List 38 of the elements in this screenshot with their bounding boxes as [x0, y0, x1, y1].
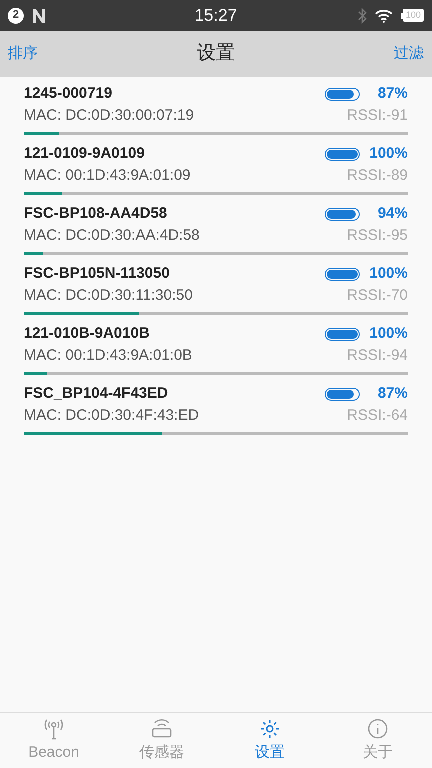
- rssi-value: RSSI:-95: [347, 226, 408, 246]
- battery-percent: 100%: [368, 144, 408, 164]
- bluetooth-icon: [358, 8, 367, 24]
- device-name: FSC-BP105N-113050: [24, 264, 170, 284]
- battery-percent: 87%: [376, 384, 408, 404]
- device-name: FSC_BP104-4F43ED: [24, 384, 168, 404]
- device-name: FSC-BP108-AA4D58: [24, 204, 168, 224]
- mac-address: MAC: DC:0D:30:4F:43:ED: [24, 406, 200, 426]
- device-row[interactable]: 121-010B-9A010B 100% MAC: 00:1D:43:9A:01:0B RSSI:-94: [0, 318, 432, 378]
- device-row[interactable]: 1245-000719 87% MAC: DC:0D:30:00:07:19 RSSI:-91: [0, 78, 432, 138]
- battery-percent: 94%: [376, 204, 408, 224]
- device-row[interactable]: FSC-BP105N-113050 100% MAC: DC:0D:30:11:30:50 RSSI:-70: [0, 258, 432, 318]
- clock: 15:27: [194, 4, 238, 27]
- device-row[interactable]: FSC-BP108-AA4D58 94% MAC: DC:0D:30:AA:4D:58 RSSI:-95: [0, 198, 432, 258]
- rssi-value: RSSI:-91: [347, 106, 408, 126]
- rssi-value: RSSI:-64: [347, 406, 408, 426]
- battery-percent: 100%: [368, 324, 408, 344]
- mac-address: MAC: 00:1D:43:9A:01:09: [24, 166, 191, 186]
- tab[interactable]: 设置: [216, 713, 324, 764]
- mac-address: MAC: DC:0D:30:00:07:19: [24, 106, 194, 126]
- page-title: 设置: [197, 42, 235, 66]
- device-name: 121-010B-9A010B: [24, 324, 150, 344]
- battery-icon: 100: [400, 9, 424, 22]
- mac-address: MAC: DC:0D:30:11:30:50: [24, 286, 193, 306]
- rssi-value: RSSI:-89: [347, 166, 408, 186]
- mac-address: MAC: 00:1D:43:9A:01:0B: [24, 346, 192, 366]
- device-name: 121-0109-9A0109: [24, 144, 145, 164]
- n-logo-icon: [32, 8, 46, 24]
- battery-percent: 100%: [368, 264, 408, 284]
- device-name: 1245-000719: [24, 84, 112, 104]
- rssi-value: RSSI:-70: [347, 286, 408, 306]
- mac-address: MAC: DC:0D:30:AA:4D:58: [24, 226, 200, 246]
- device-row[interactable]: 121-0109-9A0109 100% MAC: 00:1D:43:9A:01:09 RSSI:-89: [0, 138, 432, 198]
- device-row[interactable]: FSC_BP104-4F43ED 87% MAC: DC:0D:30:4F:43:ED RSSI:-64: [0, 378, 432, 438]
- battery-percent: 87%: [376, 84, 408, 104]
- notification-badge: 2: [8, 8, 24, 24]
- wifi-icon: [374, 8, 393, 22]
- rssi-value: RSSI:-94: [347, 346, 408, 366]
